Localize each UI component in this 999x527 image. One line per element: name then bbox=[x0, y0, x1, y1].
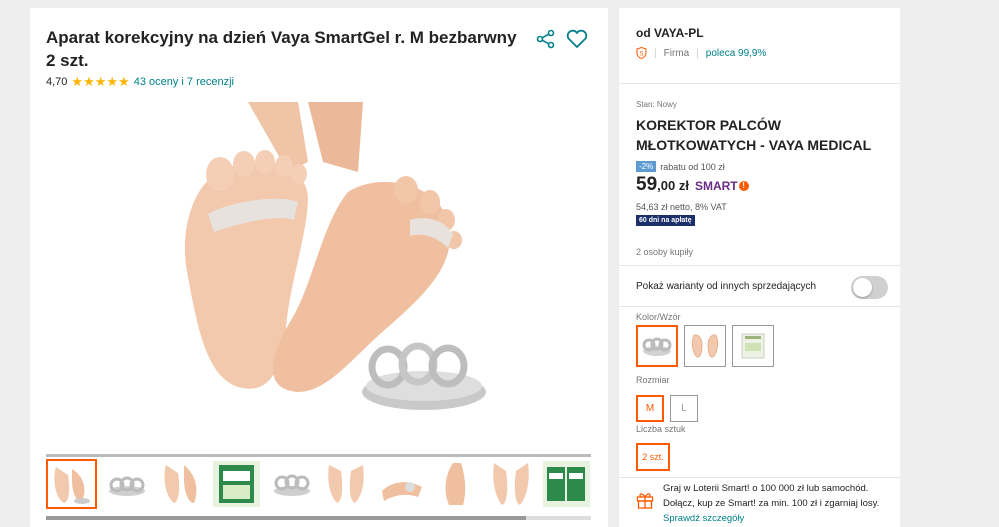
seller-type: Firma bbox=[663, 47, 690, 59]
quantity-label: Liczba sztuk bbox=[636, 424, 686, 434]
toggle-knob bbox=[853, 278, 872, 297]
main-product-image[interactable] bbox=[148, 102, 494, 422]
seller-meta: S | Firma | poleca 99,9% bbox=[636, 47, 766, 59]
size-label: Rozmiar bbox=[636, 375, 670, 385]
thumbnail-1[interactable] bbox=[46, 459, 97, 509]
thumbnail-6[interactable] bbox=[321, 459, 372, 509]
thumbnail-image bbox=[103, 461, 150, 507]
thumbnail-strip bbox=[46, 454, 591, 516]
quantity-option[interactable]: 2 szt. bbox=[636, 443, 670, 471]
divider bbox=[619, 477, 900, 478]
offer-title: KOREKTOR PALCÓW MŁOTKOWATYCH - VAYA MEDI… bbox=[636, 117, 872, 153]
size-option-m[interactable]: M bbox=[636, 395, 664, 422]
variants-toggle-label: Pokaż warianty od innych sprzedających bbox=[636, 281, 817, 292]
condition-label: Stan: Nowy bbox=[636, 100, 677, 109]
thumbnail-7[interactable] bbox=[376, 459, 427, 509]
size-option-l[interactable]: L bbox=[670, 395, 698, 422]
share-icon[interactable] bbox=[536, 29, 556, 49]
thumbnail-5[interactable] bbox=[266, 459, 317, 509]
thumbnail-image bbox=[378, 461, 425, 507]
price-row: 59,00 zł SMART! bbox=[636, 174, 749, 196]
color-option-package[interactable] bbox=[732, 325, 774, 367]
rating-stars: ★★★★★ bbox=[71, 74, 130, 89]
color-option-feet[interactable] bbox=[684, 325, 726, 367]
product-gallery-panel: Aparat korekcyjny na dzień Vaya SmartGel… bbox=[30, 8, 608, 527]
heart-icon[interactable] bbox=[566, 29, 588, 49]
seller-name[interactable]: od VAYA-PL bbox=[636, 26, 704, 40]
thumbnail-2[interactable] bbox=[101, 459, 152, 509]
thumbnail-image bbox=[158, 461, 205, 507]
rating-value: 4,70 bbox=[46, 76, 68, 88]
lottery-text: Graj w Loterii Smart! o 100 000 zł lub s… bbox=[663, 483, 880, 509]
divider bbox=[619, 306, 900, 307]
bought-count: 2 osoby kupiły bbox=[636, 247, 694, 257]
discount-badge: -2% bbox=[636, 161, 657, 172]
divider bbox=[619, 83, 900, 84]
thumbnail-image bbox=[543, 461, 590, 507]
shield-icon: S bbox=[636, 47, 647, 59]
color-option-gel[interactable] bbox=[636, 325, 678, 367]
thumbnail-10[interactable] bbox=[541, 459, 591, 509]
netto-price: 54,63 zł netto, 8% VAT bbox=[636, 202, 727, 212]
thumbnail-image bbox=[268, 461, 315, 507]
separator: | bbox=[696, 47, 699, 59]
divider bbox=[619, 265, 900, 266]
gel-thumbnail-icon bbox=[642, 337, 672, 356]
offer-panel: od VAYA-PL S | Firma | poleca 99,9% Stan… bbox=[619, 8, 900, 527]
thumbnail-image bbox=[433, 461, 480, 507]
thumbnail-image bbox=[213, 461, 260, 507]
discount-text: rabatu od 100 zł bbox=[660, 161, 725, 172]
reviews-link[interactable]: 43 oceny i 7 recenzji bbox=[134, 76, 234, 88]
product-title: Aparat korekcyjny na dzień Vaya SmartGel… bbox=[46, 28, 517, 70]
color-label: Kolor/Wzór bbox=[636, 312, 681, 322]
thumbnail-8[interactable] bbox=[431, 459, 482, 509]
svg-text:S: S bbox=[639, 52, 643, 58]
discount-row: -2% rabatu od 100 zł bbox=[636, 161, 725, 172]
thumbnail-4[interactable] bbox=[211, 459, 262, 509]
gift-icon bbox=[636, 493, 654, 509]
smart-logo: SMART! bbox=[695, 179, 749, 193]
lottery-details-link[interactable]: Sprawdź szczegóły bbox=[663, 513, 744, 524]
smart-badge-icon: ! bbox=[738, 181, 749, 191]
thumbnail-3[interactable] bbox=[156, 459, 207, 509]
payment-badge: 60 dni na apłatę bbox=[636, 215, 695, 226]
seller-recommendation[interactable]: poleca 99,9% bbox=[706, 48, 767, 59]
thumbnail-image bbox=[488, 461, 535, 507]
rating-row: 4,70 ★★★★★ 43 oceny i 7 recenzji bbox=[46, 74, 234, 90]
package-thumbnail-icon bbox=[741, 333, 765, 359]
variants-toggle[interactable] bbox=[851, 276, 888, 299]
thumbnail-9[interactable] bbox=[486, 459, 537, 509]
thumbnail-image bbox=[323, 461, 370, 507]
price-value: 59,00 zł bbox=[636, 174, 689, 195]
feet-thumbnail-icon bbox=[691, 334, 719, 358]
lottery-promo: Graj w Loterii Smart! o 100 000 zł lub s… bbox=[663, 481, 891, 526]
separator: | bbox=[654, 47, 657, 59]
thumbnail-image bbox=[48, 461, 95, 507]
thumbnail-scrollbar[interactable] bbox=[46, 516, 591, 520]
